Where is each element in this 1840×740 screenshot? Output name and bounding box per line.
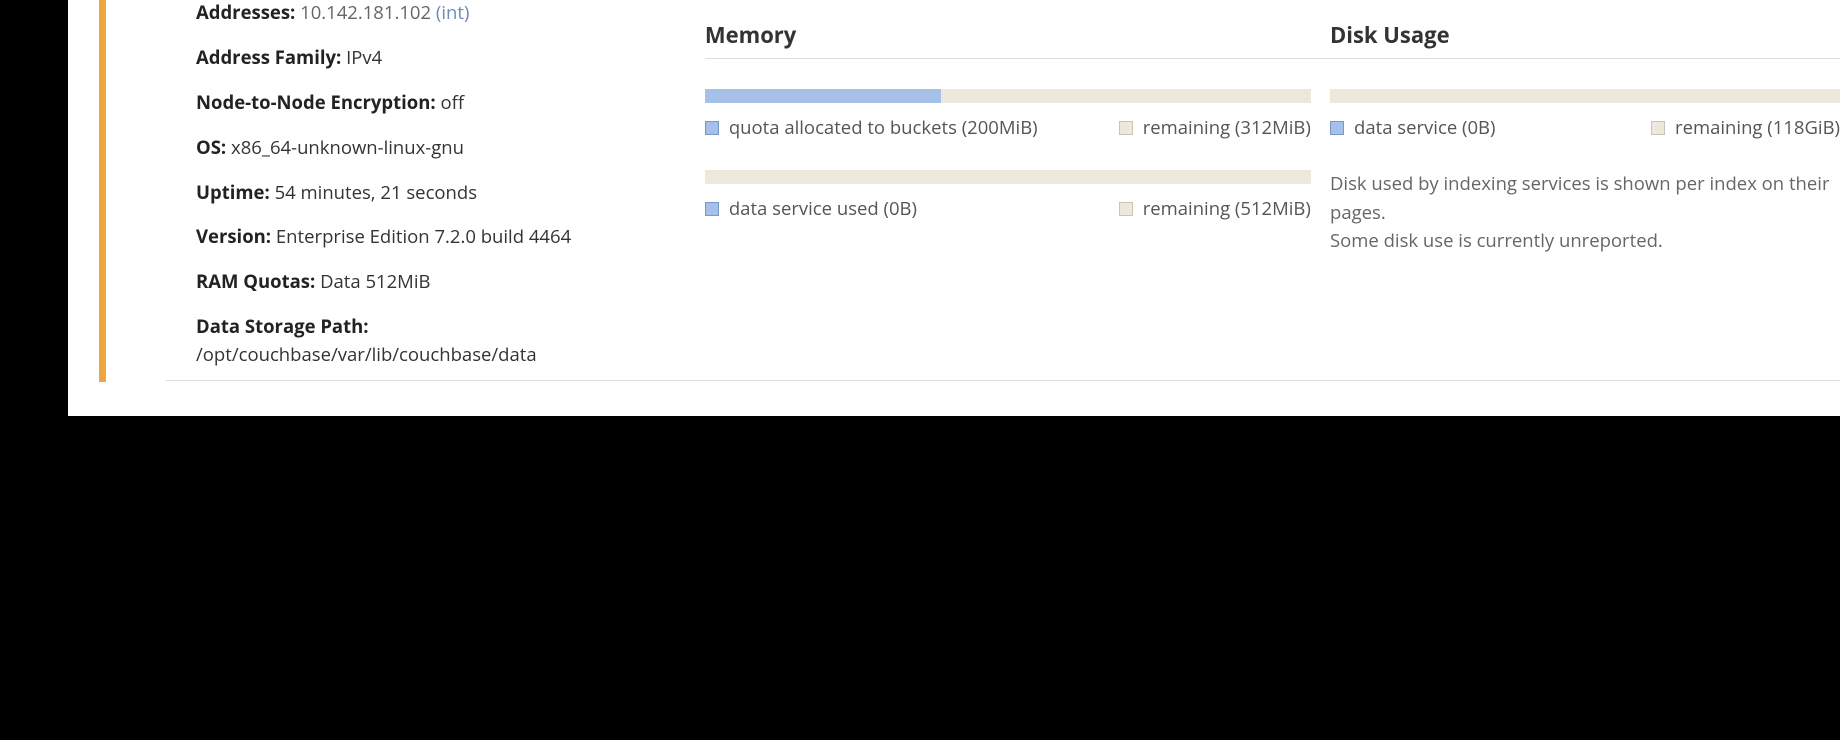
addresses-label: Addresses: <box>196 0 295 25</box>
os-label: OS: <box>196 135 226 160</box>
version-value: Enterprise Edition 7.2.0 build 4464 <box>276 224 571 249</box>
memory-data-remaining-text: remaining (512MiB) <box>1143 196 1311 221</box>
disk-used-legend: data service (0B) <box>1330 115 1495 140</box>
memory-quota-legend: quota allocated to buckets (200MiB) rema… <box>705 115 1311 140</box>
encryption-value: off <box>441 90 465 115</box>
memory-quota-used-text: quota allocated to buckets (200MiB) <box>729 115 1038 140</box>
square-icon <box>1651 121 1665 135</box>
memory-quota-remaining-legend: remaining (312MiB) <box>1119 115 1311 140</box>
bottom-divider <box>166 380 1840 381</box>
storage-path-label: Data Storage Path: <box>196 314 705 340</box>
uptime-row: Uptime: 54 minutes, 21 seconds <box>196 180 705 206</box>
addresses-ip: 10.142.181.102 <box>300 0 431 25</box>
memory-data-used-legend: data service used (0B) <box>705 196 917 221</box>
ram-quotas-row: RAM Quotas: Data 512MiB <box>196 269 705 295</box>
disk-divider <box>1330 58 1840 59</box>
memory-column: Memory quota allocated to buckets (200Mi… <box>705 0 1330 368</box>
encryption-label: Node-to-Node Encryption: <box>196 90 436 115</box>
storage-path-value: /opt/couchbase/var/lib/couchbase/data <box>196 342 705 368</box>
disk-note-line2: Some disk use is currently unreported. <box>1330 227 1830 256</box>
version-label: Version: <box>196 224 271 249</box>
memory-quota-used-legend: quota allocated to buckets (200MiB) <box>705 115 1038 140</box>
disk-usage-bar <box>1330 89 1840 103</box>
disk-title: Disk Usage <box>1330 20 1840 50</box>
disk-column: Disk Usage data service (0B) remaining (… <box>1330 0 1840 368</box>
memory-quota-bar <box>705 89 1311 103</box>
main-content: Addresses: 10.142.181.102 (int) Address … <box>196 0 1840 368</box>
os-row: OS: x86_64-unknown-linux-gnu <box>196 135 705 161</box>
disk-used-text: data service (0B) <box>1354 115 1495 140</box>
storage-path-row: Data Storage Path: /opt/couchbase/var/li… <box>196 314 705 368</box>
memory-data-used-text: data service used (0B) <box>729 196 917 221</box>
square-icon <box>1330 121 1344 135</box>
address-family-value: IPv4 <box>346 45 382 70</box>
disk-note: Disk used by indexing services is shown … <box>1330 170 1830 256</box>
memory-title: Memory <box>705 20 1330 50</box>
square-icon <box>705 121 719 135</box>
square-icon <box>705 202 719 216</box>
node-info-column: Addresses: 10.142.181.102 (int) Address … <box>196 0 705 368</box>
uptime-label: Uptime: <box>196 180 270 205</box>
side-accent-bar <box>99 0 106 382</box>
memory-data-remaining-legend: remaining (512MiB) <box>1119 196 1311 221</box>
memory-quota-remaining-text: remaining (312MiB) <box>1143 115 1311 140</box>
memory-data-legend: data service used (0B) remaining (512MiB… <box>705 196 1311 221</box>
memory-data-bar <box>705 170 1311 184</box>
uptime-value: 54 minutes, 21 seconds <box>275 180 477 205</box>
disk-remaining-legend: remaining (118GiB) <box>1651 115 1840 140</box>
memory-divider <box>705 58 1330 59</box>
version-row: Version: Enterprise Edition 7.2.0 build … <box>196 224 705 250</box>
address-family-label: Address Family: <box>196 45 341 70</box>
square-icon <box>1119 121 1133 135</box>
os-value: x86_64-unknown-linux-gnu <box>231 135 464 160</box>
addresses-row: Addresses: 10.142.181.102 (int) <box>196 0 705 26</box>
disk-legend: data service (0B) remaining (118GiB) <box>1330 115 1840 140</box>
disk-remaining-text: remaining (118GiB) <box>1675 115 1840 140</box>
ram-quotas-label: RAM Quotas: <box>196 269 315 294</box>
ram-quotas-value: Data 512MiB <box>320 269 430 294</box>
encryption-row: Node-to-Node Encryption: off <box>196 90 705 116</box>
node-details-panel: Addresses: 10.142.181.102 (int) Address … <box>68 0 1840 416</box>
address-family-row: Address Family: IPv4 <box>196 45 705 71</box>
addresses-tag: (int) <box>436 0 470 25</box>
square-icon <box>1119 202 1133 216</box>
memory-quota-bar-fill <box>705 89 941 103</box>
disk-note-line1: Disk used by indexing services is shown … <box>1330 170 1830 227</box>
